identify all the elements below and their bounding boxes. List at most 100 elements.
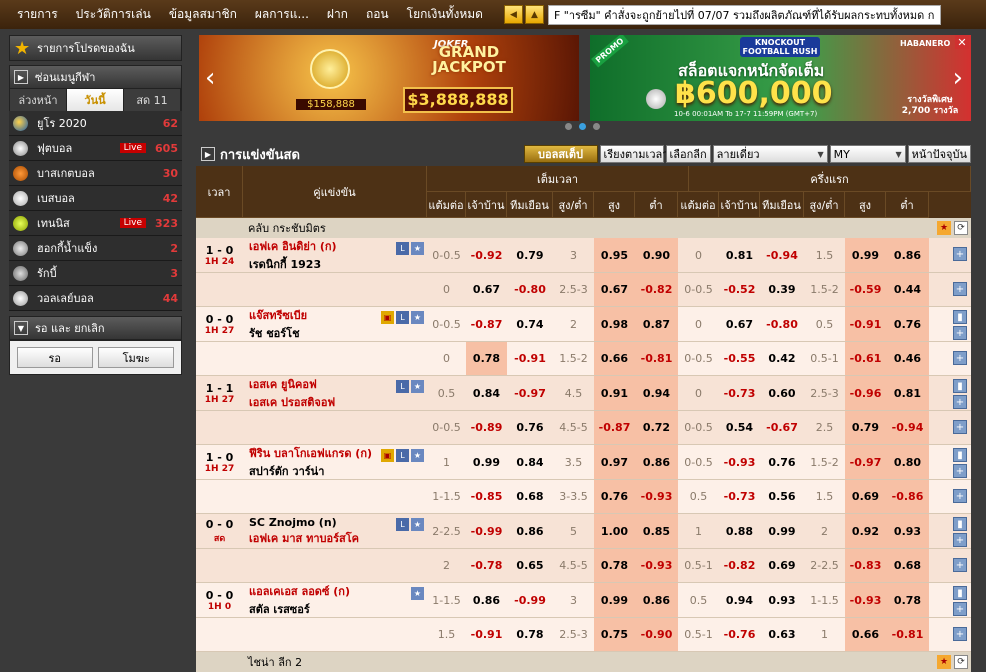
- odds-cell[interactable]: -0.90: [635, 618, 678, 651]
- stats-icon[interactable]: ▮: [953, 586, 967, 600]
- tv-icon[interactable]: ▣: [381, 311, 394, 324]
- odds-cell[interactable]: 0.74: [507, 307, 553, 341]
- away-team[interactable]: เอสเค ปรอสติจอฟ: [249, 393, 335, 411]
- stats-icon[interactable]: ▮: [953, 379, 967, 393]
- live-l-icon[interactable]: L: [396, 380, 409, 393]
- odds-cell[interactable]: -0.94: [886, 411, 929, 444]
- odds-cell[interactable]: 0.78: [507, 618, 553, 651]
- odds-type-select[interactable]: MY ▼: [829, 145, 906, 163]
- odds-cell[interactable]: -0.91: [845, 307, 886, 341]
- odds-cell[interactable]: 0.69: [760, 549, 804, 582]
- odds-cell[interactable]: -0.97: [845, 445, 886, 479]
- marquee-prev-icon[interactable]: ◀: [503, 5, 523, 24]
- odds-cell[interactable]: 0.95: [594, 238, 635, 272]
- sport-item[interactable]: ยูโร 2020 62: [9, 111, 182, 136]
- away-team[interactable]: สตัล เรสซอร์: [249, 600, 310, 618]
- refresh-icon[interactable]: ⟳: [954, 655, 968, 669]
- sport-item[interactable]: เบสบอล 42: [9, 186, 182, 211]
- carousel-dot[interactable]: [565, 123, 572, 130]
- home-team[interactable]: เอสเค ยูนิคอฟ: [249, 375, 317, 393]
- odds-cell[interactable]: 0.79: [507, 238, 553, 272]
- odds-cell[interactable]: -0.87: [594, 411, 635, 444]
- add-icon[interactable]: +: [953, 464, 967, 478]
- odds-cell[interactable]: 0.94: [719, 583, 760, 617]
- add-icon[interactable]: +: [953, 558, 967, 572]
- odds-cell[interactable]: -0.81: [635, 342, 678, 375]
- odds-cell[interactable]: -0.94: [760, 238, 804, 272]
- odds-cell[interactable]: -0.99: [507, 583, 553, 617]
- nav-withdraw[interactable]: ถอน: [357, 5, 398, 24]
- odds-cell[interactable]: -0.86: [886, 480, 929, 513]
- stats-icon[interactable]: ▮: [953, 517, 967, 531]
- odds-cell[interactable]: -0.52: [719, 273, 760, 306]
- home-team[interactable]: ฟีริน บลาโกเอฟแกรด (ก): [249, 444, 372, 462]
- tv-icon[interactable]: ▣: [381, 449, 394, 462]
- nav-deposit[interactable]: ฝาก: [318, 5, 357, 24]
- league-row[interactable]: คลับ กระชับมิตร ★ ⟳: [196, 218, 971, 238]
- away-team[interactable]: รัช ชอร์โช: [249, 324, 300, 342]
- odds-cell[interactable]: 0.93: [886, 514, 929, 548]
- odds-cell[interactable]: -0.96: [845, 376, 886, 410]
- nav-bets[interactable]: รายการ: [0, 5, 67, 24]
- odds-cell[interactable]: 0.84: [466, 376, 507, 410]
- add-icon[interactable]: +: [953, 282, 967, 296]
- odds-cell[interactable]: -0.93: [845, 583, 886, 617]
- favorite-star-icon[interactable]: ★: [411, 380, 424, 393]
- live-l-icon[interactable]: L: [396, 311, 409, 324]
- stats-icon[interactable]: ▮: [953, 448, 967, 462]
- add-icon[interactable]: +: [953, 326, 967, 340]
- odds-cell[interactable]: 0.92: [845, 514, 886, 548]
- refresh-icon[interactable]: ⟳: [954, 221, 968, 235]
- odds-cell[interactable]: -0.97: [507, 376, 553, 410]
- nav-history[interactable]: ประวัติการเล่น: [67, 5, 160, 24]
- odds-cell[interactable]: 0.76: [760, 445, 804, 479]
- away-team[interactable]: สปาร์ตัก วาร์น่า: [249, 462, 324, 480]
- odds-cell[interactable]: -0.73: [719, 376, 760, 410]
- stats-icon[interactable]: ▮: [953, 310, 967, 324]
- carousel-next-icon[interactable]: ›: [953, 63, 963, 93]
- home-team[interactable]: เอฟเค อินดิย่า (ก): [249, 237, 337, 255]
- odds-cell[interactable]: 0.44: [886, 273, 929, 306]
- odds-cell[interactable]: 0.84: [507, 445, 553, 479]
- single-view-select[interactable]: ลายเดี่ยว ▼: [712, 145, 828, 163]
- void-button[interactable]: โมฆะ: [98, 347, 175, 368]
- odds-cell[interactable]: 0.94: [635, 376, 678, 410]
- odds-cell[interactable]: -0.91: [466, 618, 507, 651]
- live-l-icon[interactable]: L: [396, 242, 409, 255]
- nav-results[interactable]: ผลการแ...: [246, 5, 318, 24]
- add-icon[interactable]: +: [953, 602, 967, 616]
- football-promo-banner[interactable]: PROMO KNOCKOUT FOOTBALL RUSH HABANERO ✕ …: [590, 35, 971, 121]
- odds-cell[interactable]: 0.86: [635, 445, 678, 479]
- odds-cell[interactable]: 0.69: [845, 480, 886, 513]
- odds-cell[interactable]: -0.81: [886, 618, 929, 651]
- odds-cell[interactable]: -0.80: [760, 307, 804, 341]
- odds-cell[interactable]: -0.93: [719, 445, 760, 479]
- odds-cell[interactable]: 0.90: [635, 238, 678, 272]
- odds-cell[interactable]: 0.85: [635, 514, 678, 548]
- odds-cell[interactable]: -0.87: [466, 307, 507, 341]
- league-favorite-icon[interactable]: ★: [937, 221, 951, 235]
- odds-cell[interactable]: 0.76: [886, 307, 929, 341]
- favorite-star-icon[interactable]: ★: [411, 518, 424, 531]
- odds-cell[interactable]: 0.99: [760, 514, 804, 548]
- odds-cell[interactable]: 0.88: [719, 514, 760, 548]
- close-banner-icon[interactable]: ✕: [955, 35, 969, 49]
- favorite-star-icon[interactable]: ★: [411, 242, 424, 255]
- odds-cell[interactable]: -0.80: [507, 273, 553, 306]
- add-icon[interactable]: +: [953, 533, 967, 547]
- odds-cell[interactable]: -0.76: [719, 618, 760, 651]
- odds-cell[interactable]: -0.93: [635, 549, 678, 582]
- odds-cell[interactable]: 0.68: [507, 480, 553, 513]
- odds-cell[interactable]: 0.66: [594, 342, 635, 375]
- odds-cell[interactable]: 0.91: [594, 376, 635, 410]
- current-page-button[interactable]: หน้าปัจจุบัน: [907, 145, 971, 163]
- away-team[interactable]: เอฟเค มาส ทาบอร์สโค: [249, 529, 359, 547]
- odds-cell[interactable]: 0.63: [760, 618, 804, 651]
- wait-cancel-header[interactable]: ▼ รอ และ ยกเลิก: [9, 316, 182, 340]
- odds-cell[interactable]: 0.99: [466, 445, 507, 479]
- live-l-icon[interactable]: L: [396, 518, 409, 531]
- favorite-star-icon[interactable]: ★: [411, 311, 424, 324]
- nav-member-info[interactable]: ข้อมูลสมาชิก: [160, 5, 246, 24]
- wait-button[interactable]: รอ: [16, 347, 93, 368]
- odds-cell[interactable]: 0.46: [886, 342, 929, 375]
